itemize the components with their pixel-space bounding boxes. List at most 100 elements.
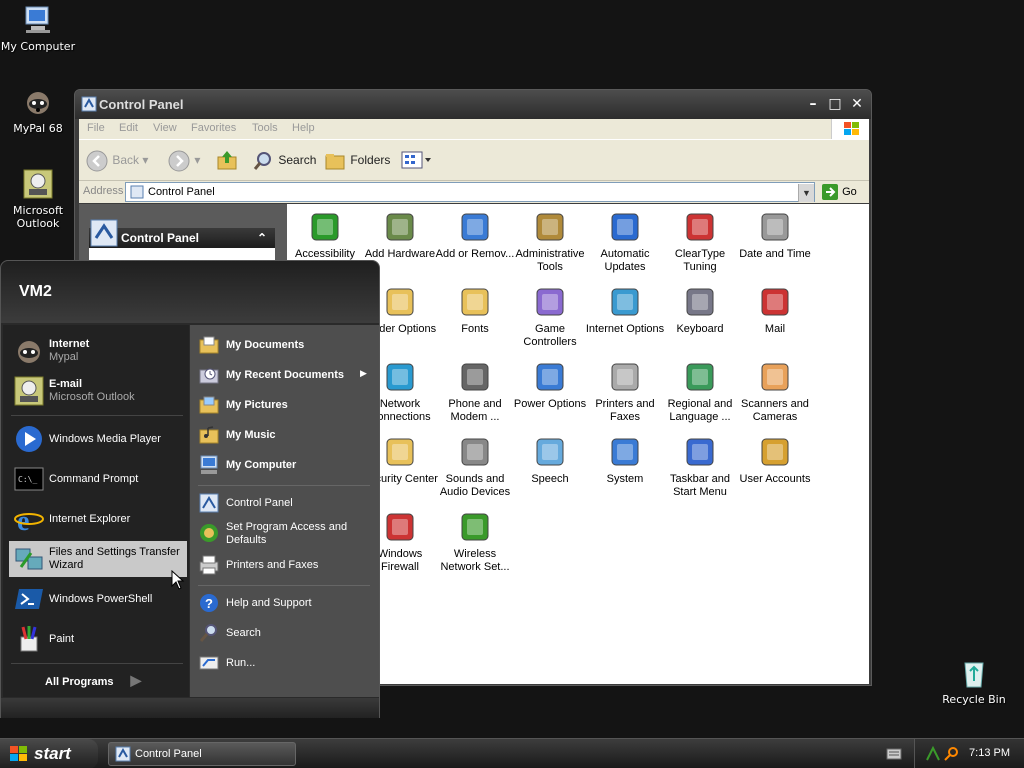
cp-item-regional-and-language[interactable]: Regional and Language ... [660, 360, 740, 424]
outlook-icon [13, 375, 45, 407]
cp-item-cleartype-tuning[interactable]: ClearType Tuning [660, 210, 740, 274]
start-button[interactable]: start [0, 739, 98, 768]
recent-windows-powershell[interactable]: Windows PowerShell [9, 581, 187, 617]
cp-item-icon [683, 435, 717, 469]
search-tray-icon[interactable] [943, 746, 959, 765]
cp-item-automatic-updates[interactable]: Automatic Updates [585, 210, 665, 274]
cp-item-label: Printers and Faxes [595, 398, 655, 423]
recent-documents-icon [198, 364, 220, 386]
cp-item-scanners-and-cameras[interactable]: Scanners and Cameras [735, 360, 815, 424]
cp-item-system[interactable]: System [585, 435, 665, 486]
cp-item-label: ClearType Tuning [674, 248, 726, 273]
printers-and-faxes[interactable]: Printers and Faxes [196, 553, 374, 579]
cp-item-game-controllers[interactable]: Game Controllers [510, 285, 590, 349]
collapse-icon[interactable]: ⌃ [257, 228, 267, 248]
arrow-right-icon: ▶ [130, 672, 142, 688]
cp-item-date-and-time[interactable]: Date and Time [735, 210, 815, 261]
cp-item-label: Regional and Language ... [667, 398, 733, 423]
recent-windows-media-player[interactable]: Windows Media Player [9, 421, 187, 457]
menu-favorites[interactable]: Favorites [191, 122, 236, 134]
cp-item-mail[interactable]: Mail [735, 285, 815, 336]
my-computer[interactable]: My Computer [196, 453, 374, 479]
forward-button[interactable]: ▾ [167, 148, 200, 174]
cp-item-icon [383, 510, 417, 544]
desktop-icon-outlook[interactable]: Microsoft Outlook [0, 168, 76, 230]
my-documents[interactable]: My Documents [196, 333, 374, 359]
back-button[interactable]: Back ▾ [85, 148, 148, 174]
pinned-email[interactable]: E-mail Microsoft Outlook [9, 373, 187, 409]
recent-internet-explorer[interactable]: e Internet Explorer [9, 501, 187, 537]
back-arrow-icon [86, 150, 108, 172]
search-link[interactable]: Search [196, 621, 374, 647]
cp-item-label: Mail [764, 323, 786, 335]
address-label: Address [83, 185, 124, 197]
start-menu: VM2 Internet Mypal E-mail Microsoft Outloo… [0, 260, 380, 718]
desktop-icon-my-computer[interactable]: My Computer [0, 4, 76, 53]
menu-view[interactable]: View [153, 122, 177, 134]
keyboard-icon[interactable] [886, 748, 902, 763]
cp-item-keyboard[interactable]: Keyboard [660, 285, 740, 336]
menu-edit[interactable]: Edit [119, 122, 138, 134]
cp-item-power-options[interactable]: Power Options [510, 360, 590, 411]
clock[interactable]: 7:13 PM [969, 747, 1010, 759]
menu-file[interactable]: File [87, 122, 105, 134]
cp-item-internet-options[interactable]: Internet Options [585, 285, 665, 336]
cp-item-accessibility[interactable]: Accessibility [287, 210, 365, 261]
cp-item-wireless-network-set[interactable]: Wireless Network Set... [435, 510, 515, 574]
minimize-button[interactable]: – [803, 95, 823, 114]
menu-tools[interactable]: Tools [252, 122, 278, 134]
desktop-icon-label: My Computer [0, 40, 76, 53]
cp-item-sounds-and-audio-devices[interactable]: Sounds and Audio Devices [435, 435, 515, 499]
cp-item-icon [608, 285, 642, 319]
my-music[interactable]: My Music [196, 423, 374, 449]
cp-item-label: Scanners and Cameras [741, 398, 809, 423]
menu-help[interactable]: Help [292, 122, 315, 134]
views-button[interactable] [399, 148, 433, 174]
close-button[interactable]: ✕ [847, 95, 867, 114]
help-and-support[interactable]: ? Help and Support [196, 591, 374, 617]
go-button[interactable]: Go [821, 182, 857, 202]
control-panel-icon [130, 185, 144, 199]
my-pictures[interactable]: My Pictures [196, 393, 374, 419]
cp-item-add-hardware[interactable]: Add Hardware [360, 210, 440, 261]
cp-item-icon [533, 435, 567, 469]
address-dropdown-button[interactable]: ▼ [798, 184, 814, 202]
maximize-button[interactable]: □ [825, 95, 845, 114]
control-panel-link[interactable]: Control Panel [196, 491, 374, 517]
recent-paint[interactable]: Paint [9, 621, 187, 657]
folders-button[interactable]: Folders [323, 148, 390, 174]
desktop-icon-recycle-bin[interactable]: Recycle Bin [936, 657, 1012, 706]
cp-item-add-or-remov[interactable]: Add or Remov... [435, 210, 515, 261]
up-folder-button[interactable] [215, 148, 239, 174]
cp-item-user-accounts[interactable]: User Accounts [735, 435, 815, 486]
cp-item-icon [608, 210, 642, 244]
cp-item-taskbar-and-start-menu[interactable]: Taskbar and Start Menu [660, 435, 740, 499]
address-field[interactable]: Control Panel ▼ [125, 182, 815, 202]
mypal-icon [13, 335, 45, 367]
title-bar[interactable]: Control Panel – □ ✕ [75, 90, 871, 119]
cp-item-icon [458, 510, 492, 544]
cp-item-fonts[interactable]: Fonts [435, 285, 515, 336]
network-icon[interactable] [925, 745, 941, 765]
search-button[interactable]: Search [251, 148, 316, 174]
set-program-access[interactable]: Set Program Access and Defaults [196, 521, 374, 551]
cp-item-icon [383, 210, 417, 244]
desktop-icon-mypal[interactable]: MyPal 68 [0, 86, 76, 135]
cp-item-speech[interactable]: Speech [510, 435, 590, 486]
taskbar-control-panel[interactable]: Control Panel [108, 742, 296, 766]
my-recent-documents[interactable]: My Recent Documents ▶ [196, 363, 374, 389]
cp-item-icon [533, 210, 567, 244]
recent-files-settings-transfer-wizard[interactable]: Files and Settings Transfer Wizard [9, 541, 187, 577]
cp-item-icon [383, 360, 417, 394]
cp-item-label: Sounds and Audio Devices [439, 473, 511, 498]
cp-item-icon [758, 285, 792, 319]
cp-item-administrative-tools[interactable]: Administrative Tools [510, 210, 590, 274]
run-link[interactable]: Run... [196, 651, 374, 677]
cp-item-printers-and-faxes[interactable]: Printers and Faxes [585, 360, 665, 424]
cp-item-phone-and-modem[interactable]: Phone and Modem ... [435, 360, 515, 424]
recent-command-prompt[interactable]: C:\_ Command Prompt [9, 461, 187, 497]
my-music-icon [198, 424, 220, 446]
cp-item-icon [458, 285, 492, 319]
pinned-internet[interactable]: Internet Mypal [9, 333, 187, 369]
all-programs-button[interactable]: All Programs ▶ [45, 672, 141, 689]
